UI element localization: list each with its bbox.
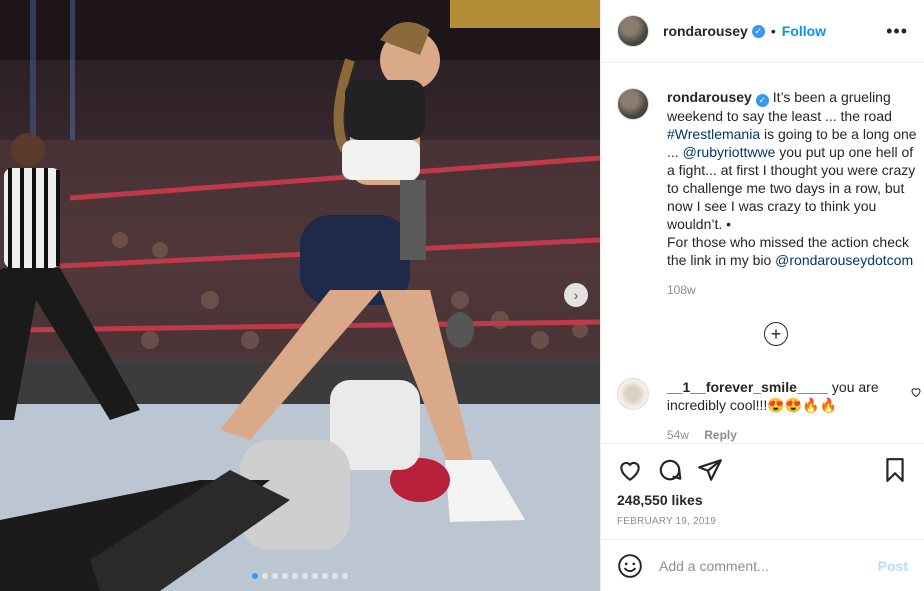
carousel-dot <box>332 573 338 579</box>
comment-input[interactable] <box>659 557 875 574</box>
carousel-dot <box>252 573 258 579</box>
comment-meta: 54w Reply <box>667 426 924 442</box>
carousel-dot <box>262 573 268 579</box>
mention-link[interactable]: @rubyriottwwe <box>683 144 776 160</box>
wrestling-photo <box>0 0 600 591</box>
reply-button[interactable]: Reply <box>704 428 737 442</box>
carousel-dot <box>322 573 328 579</box>
comment-like-heart-icon[interactable] <box>910 386 922 398</box>
caption-text: rondarousey ✓ It’s been a grueling weeken… <box>667 88 924 299</box>
commenter-avatar[interactable] <box>617 378 649 410</box>
share-icon[interactable] <box>697 457 723 483</box>
verified-icon: ✓ <box>751 24 765 38</box>
add-comment-bar: Post <box>601 539 924 591</box>
post-date[interactable]: FEBRUARY 19, 2019 <box>617 516 908 527</box>
post-header: rondarousey ✓ • Follow ••• <box>601 0 924 63</box>
separator-dot: • <box>770 23 776 39</box>
avatar[interactable] <box>617 15 649 47</box>
heart-icon[interactable] <box>617 457 643 483</box>
comment-text: __1__forever_smile____ you are incredibl… <box>667 378 924 442</box>
commenter-username[interactable]: __1__forever_smile____ <box>667 379 828 395</box>
author-username[interactable]: rondarousey <box>663 23 748 39</box>
carousel-dot <box>342 573 348 579</box>
carousel-indicator <box>0 573 600 579</box>
carousel-dot <box>282 573 288 579</box>
carousel-dot <box>312 573 318 579</box>
post-photo[interactable]: › <box>0 0 600 591</box>
more-icon[interactable]: ••• <box>886 21 908 42</box>
hashtag-link[interactable]: #Wrestlemania <box>667 126 760 142</box>
save-icon[interactable] <box>882 457 908 483</box>
emoji-icon[interactable] <box>617 553 643 579</box>
comments-section: rondarousey ✓ It’s been a grueling weeken… <box>601 64 924 442</box>
plus-circle-icon: + <box>770 324 782 344</box>
instagram-post: › rondarousey ✓ • Follow ••• rondarousey… <box>0 0 924 591</box>
caption: rondarousey ✓ It’s been a grueling weeken… <box>617 88 924 299</box>
comment-age[interactable]: 54w <box>667 428 689 442</box>
caption-age[interactable]: 108w <box>667 283 696 297</box>
comment-item: __1__forever_smile____ you are incredibl… <box>617 378 924 442</box>
likes-count[interactable]: 248,550 likes <box>617 492 908 508</box>
caption-meta: 108w <box>667 281 924 299</box>
verified-icon: ✓ <box>755 93 769 107</box>
load-more-comments-button[interactable]: + <box>764 322 788 346</box>
carousel-next-button[interactable]: › <box>564 283 588 307</box>
carousel-dot <box>302 573 308 579</box>
carousel-dot <box>272 573 278 579</box>
post-actions: 248,550 likes FEBRUARY 19, 2019 <box>601 443 924 527</box>
chevron-right-icon: › <box>573 287 579 303</box>
follow-button[interactable]: Follow <box>782 23 826 39</box>
caption-avatar[interactable] <box>617 88 649 120</box>
mention-link[interactable]: @rondarouseydotcom <box>775 252 913 268</box>
comment-icon[interactable] <box>657 457 683 483</box>
post-sidebar: rondarousey ✓ • Follow ••• rondarousey ✓ … <box>600 0 924 591</box>
post-button[interactable]: Post <box>878 558 908 574</box>
carousel-dot <box>292 573 298 579</box>
caption-username[interactable]: rondarousey <box>667 89 752 105</box>
